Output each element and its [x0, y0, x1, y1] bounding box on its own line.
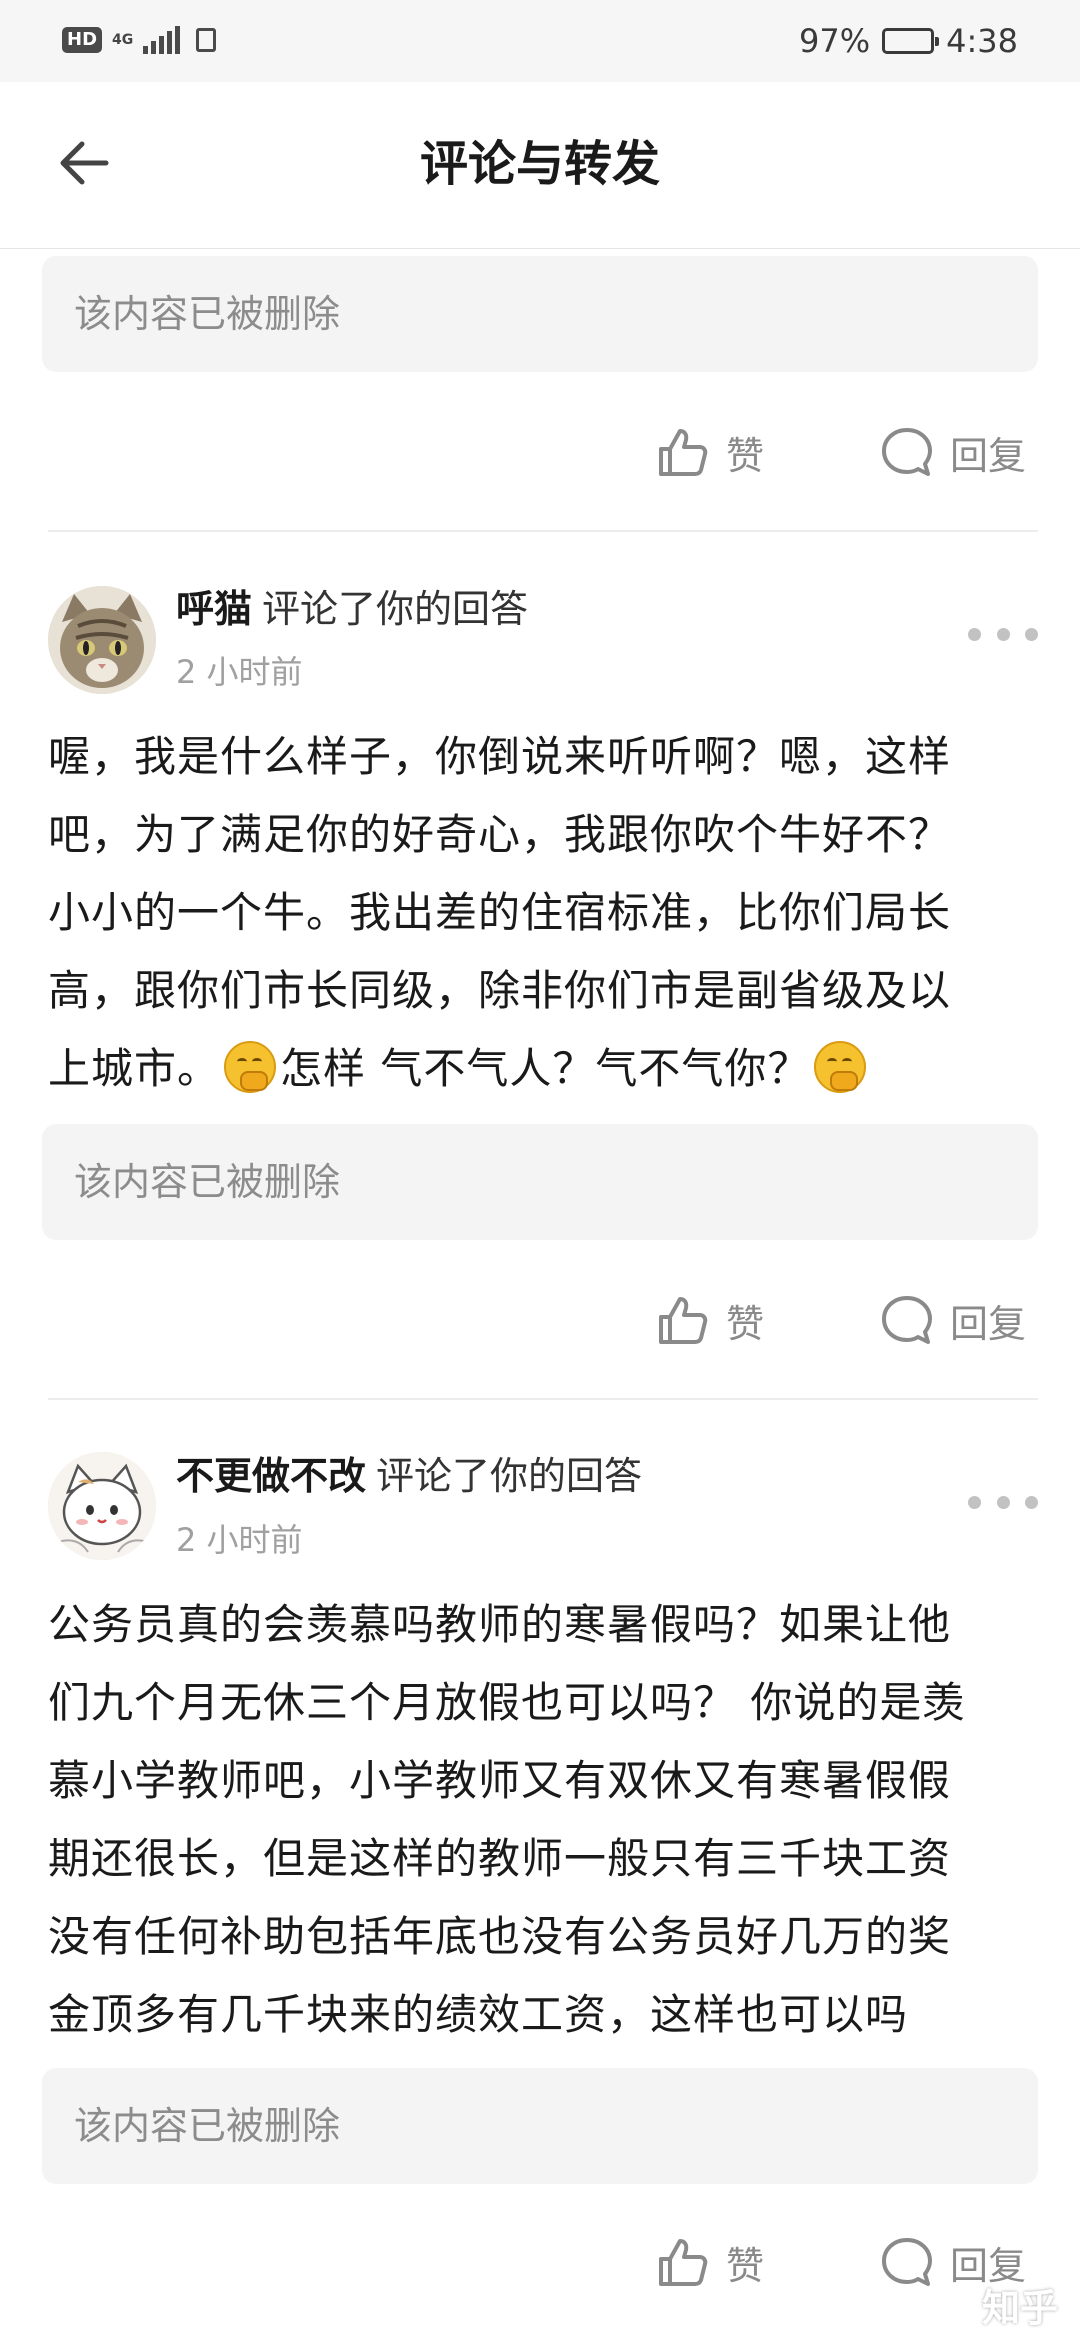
comment-body[interactable]: 公务员真的会羡慕吗教师的寒暑假吗？如果让他 们九个月无休三个月放假也可以吗？ 你…: [48, 1586, 1038, 2054]
divider: [48, 1398, 1038, 1400]
signal-icon: [143, 26, 181, 54]
comment-author-line: 不更做不改 评论了你的回答: [176, 1452, 642, 1500]
status-bar: HD 4G 97% 4:38: [0, 0, 1080, 82]
cartoon-cat-avatar-image: [48, 1452, 156, 1560]
comment-line: 金顶多有几千块来的绩效工资，这样也可以吗: [48, 1990, 909, 2039]
avatar-tabby-cat[interactable]: [48, 586, 156, 694]
like-label: 赞: [726, 2243, 765, 2288]
comment-time: 2 小时前: [176, 653, 303, 691]
comment-text: 怎样 气不气人？气不气你？: [280, 1044, 811, 1093]
comment-line: 喔，我是什么样子，你倒说来听听啊？嗯，这样: [48, 732, 952, 781]
page-title: 评论与转发: [419, 136, 660, 192]
like-button[interactable]: 赞: [656, 2232, 764, 2292]
dot-icon: [968, 627, 981, 641]
like-button[interactable]: 赞: [656, 1290, 764, 1350]
deleted-content-box[interactable]: 该内容已被删除: [42, 256, 1038, 372]
author-action: 评论了你的回答: [376, 1454, 643, 1498]
comment-bubble-icon: [882, 2238, 932, 2286]
author-action: 评论了你的回答: [262, 587, 529, 631]
comment-author-line: 呼猫 评论了你的回答: [176, 585, 528, 633]
tabby-cat-avatar-image: [48, 586, 156, 694]
thumbs-up-icon: [659, 1297, 708, 1344]
avatar-cartoon-cat[interactable]: [48, 1452, 156, 1560]
like-label: 赞: [726, 433, 765, 478]
thumbs-up-icon: [659, 2239, 708, 2286]
comment-bubble-icon: [882, 428, 932, 476]
dot-icon: [968, 1495, 981, 1509]
clock: 4:38: [946, 22, 1018, 60]
deleted-content-box[interactable]: 该内容已被删除: [42, 1124, 1038, 1240]
reply-button[interactable]: 回复: [880, 1290, 1026, 1350]
status-left: HD 4G: [62, 22, 217, 58]
comment-line: 高，跟你们市长同级，除非你们市是副省级及以: [48, 966, 952, 1015]
comment-line: 公务员真的会羡慕吗教师的寒暑假吗？如果让他: [48, 1600, 952, 1649]
app-header: 评论与转发: [0, 82, 1080, 249]
more-options-button[interactable]: [968, 1482, 1038, 1522]
status-right: 97% 4:38: [799, 18, 1018, 64]
comment-line: 慕小学教师吧，小学教师又有双休又有寒暑假假: [48, 1756, 952, 1805]
comment-line: 小小的一个牛。我出差的住宿标准，比你们局长: [48, 888, 952, 937]
dot-icon: [1025, 627, 1038, 641]
reply-button[interactable]: 回复: [880, 422, 1026, 482]
like-label: 赞: [726, 1301, 765, 1346]
comment-bubble-icon: [882, 1296, 932, 1344]
comment-time: 2 小时前: [176, 1521, 303, 1559]
zhihu-watermark: 知乎: [981, 2286, 1058, 2330]
battery-icon: [882, 28, 940, 54]
reply-label: 回复: [950, 433, 1027, 478]
comment-text: 上城市。: [48, 1044, 221, 1093]
sim-icon: [196, 28, 217, 52]
giggle-emoji-icon: [224, 1041, 277, 1093]
dot-icon: [996, 627, 1010, 641]
author-name[interactable]: 不更做不改: [176, 1454, 366, 1498]
reply-label: 回复: [950, 1301, 1027, 1346]
like-button[interactable]: 赞: [656, 422, 764, 482]
comment-line: 没有任何补助包括年底也没有公务员好几万的奖: [48, 1912, 952, 1961]
network-type: 4G: [112, 32, 134, 48]
hd-badge: HD: [62, 27, 103, 53]
comment-line: 上城市。 怎样 气不气人？气不气你？: [48, 1030, 1038, 1108]
divider: [48, 530, 1038, 532]
deleted-content-box[interactable]: 该内容已被删除: [42, 2068, 1038, 2184]
giggle-emoji-icon: [814, 1041, 867, 1093]
dot-icon: [996, 1495, 1010, 1509]
comment-body[interactable]: 喔，我是什么样子，你倒说来听听啊？嗯，这样 吧，为了满足你的好奇心，我跟你吹个牛…: [48, 718, 1038, 1108]
thumbs-up-icon: [659, 429, 708, 476]
comment-line: 们九个月无休三个月放假也可以吗？ 你说的是羡: [48, 1678, 966, 1727]
more-options-button[interactable]: [968, 614, 1038, 654]
comment-line: 期还很长，但是这样的教师一般只有三千块工资: [48, 1834, 952, 1883]
battery-percent: 97%: [799, 22, 871, 60]
dot-icon: [1025, 1495, 1038, 1509]
author-name[interactable]: 呼猫: [176, 587, 252, 631]
comment-line: 吧，为了满足你的好奇心，我跟你吹个牛好不？: [48, 810, 952, 859]
